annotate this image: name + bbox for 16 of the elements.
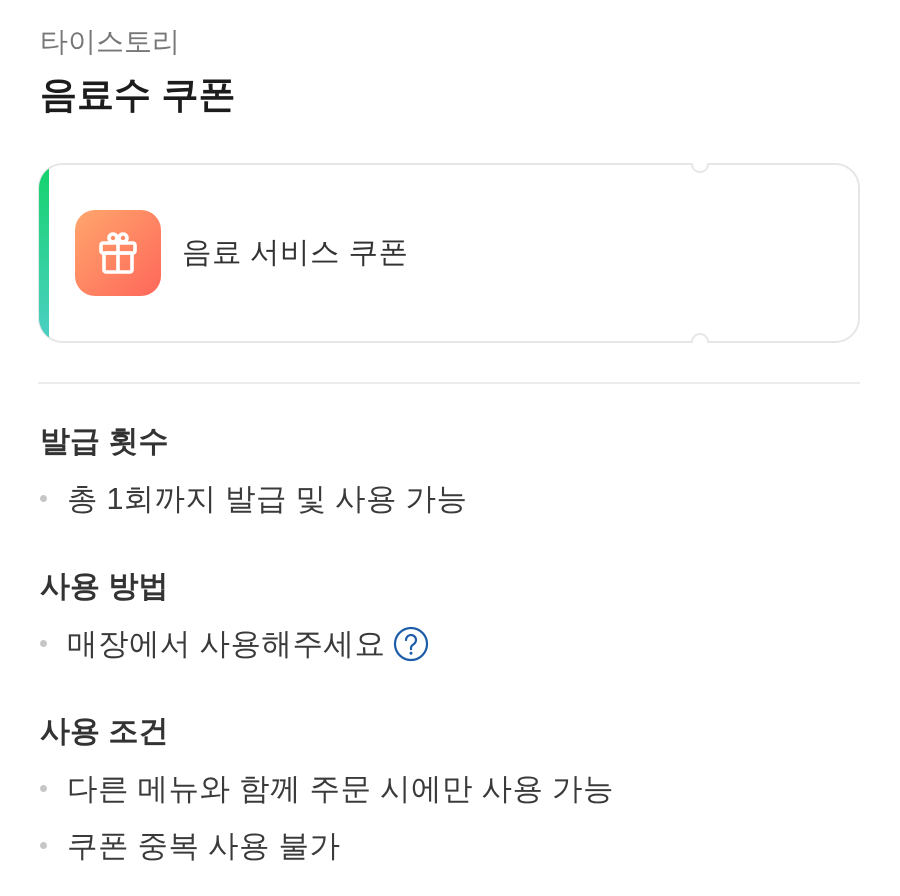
info-text: 총 1회까지 발급 및 사용 가능: [67, 480, 468, 518]
section-heading: 사용 방법: [39, 569, 168, 605]
gift-icon: [75, 210, 161, 296]
coupon-name: 음료 서비스 쿠폰: [182, 235, 408, 271]
bullet-icon: [40, 640, 47, 647]
bullet-icon: [40, 495, 47, 502]
help-icon[interactable]: [393, 626, 430, 662]
page-title: 음료수 쿠폰: [39, 73, 236, 117]
section-heading: 사용 조건: [39, 714, 168, 750]
brand-name: 타이스토리: [39, 25, 180, 59]
info-text: 매장에서 사용해주세요: [67, 626, 386, 662]
info-text: 다른 메뉴와 함께 주문 시에만 사용 가능: [67, 770, 614, 808]
bullet-icon: [40, 842, 47, 849]
info-text: 쿠폰 중복 사용 불가: [67, 828, 340, 864]
section-heading: 발급 횟수: [39, 424, 168, 460]
bullet-icon: [40, 785, 47, 792]
